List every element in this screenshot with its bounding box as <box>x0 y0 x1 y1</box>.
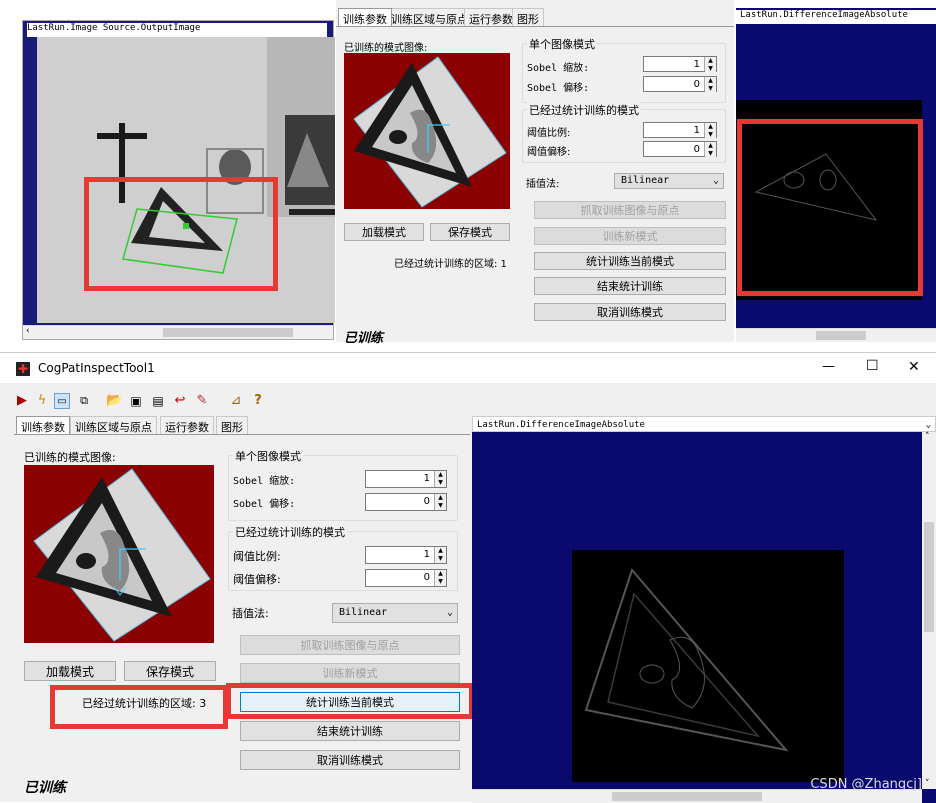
save-icon[interactable]: ▣ <box>128 393 144 409</box>
end-stat-train-button[interactable]: 结束统计训练 <box>534 277 726 295</box>
save-pattern-button[interactable]: 保存模式 <box>430 223 510 241</box>
group-single-image: 单个图像模式 Sobel 缩放: 1 ▲ ▼ Sobel 偏移: 0 ▲ ▼ <box>228 448 458 521</box>
run-icon[interactable]: ▶ <box>14 393 30 409</box>
tab-graphics[interactable]: 图形 <box>216 416 248 434</box>
sobel-scale-label: Sobel 缩放: <box>527 63 590 74</box>
threshold-offset-label: 阈值偏移: <box>233 573 281 586</box>
chevron-down-icon: ⌄ <box>712 175 719 186</box>
app-icon: ✚ <box>16 362 30 376</box>
trained-pattern-image <box>344 53 510 209</box>
grab-train-image-button[interactable]: 抓取训练图像与原点 <box>534 201 726 219</box>
trained-image-label: 已训练的模式图像: <box>344 43 428 54</box>
cancel-train-button[interactable]: 取消训练模式 <box>240 750 460 770</box>
maximize-button[interactable]: ☐ <box>866 358 879 374</box>
end-stat-train-button[interactable]: 结束统计训练 <box>240 721 460 741</box>
train-new-pattern-button[interactable]: 训练新模式 <box>240 663 460 683</box>
load-pattern-button[interactable]: 加载模式 <box>24 661 116 681</box>
tab-run-params[interactable]: 运行参数 <box>160 416 214 434</box>
chevron-down-icon[interactable]: ⌄ <box>926 417 931 433</box>
ruler-icon[interactable]: ⊿ <box>228 393 244 409</box>
threshold-ratio-stepper[interactable]: 1 ▲ ▼ <box>365 546 447 564</box>
interp-label: 插值法: <box>232 607 269 620</box>
group-stat-trained: 已经过统计训练的模式 阈值比例: 1 ▲ ▼ 阈值偏移: 0 ▲ ▼ <box>522 102 726 163</box>
sobel-scale-stepper[interactable]: 1 ▲ ▼ <box>365 470 447 488</box>
highlight-box-stat-train <box>226 683 474 719</box>
threshold-ratio-label: 阈值比例: <box>233 550 281 563</box>
title-bar: ✚ CogPatInspectTool1 — ☐ ✕ <box>0 353 936 383</box>
highlight-box-region-count <box>50 685 228 729</box>
window-title: CogPatInspectTool1 <box>38 361 155 375</box>
threshold-ratio-label: 阈值比例: <box>527 128 571 139</box>
top-tool-panel: 训练参数 训练区域与原点 运行参数 图形 已训练的模式图像: 加载模式 保存模式… <box>336 0 734 346</box>
minimize-button[interactable]: — <box>822 359 835 374</box>
top-diff-view-title: LastRun.DifferenceImageAbsolute <box>736 10 936 24</box>
sobel-offset-label: Sobel 偏移: <box>233 499 296 510</box>
open-folder-icon[interactable]: 📂 <box>106 393 122 409</box>
save-as-icon[interactable]: ▤ <box>150 393 166 409</box>
close-button[interactable]: ✕ <box>908 359 920 375</box>
sobel-offset-stepper[interactable]: 0 ▲ ▼ <box>365 493 447 511</box>
bottom-tab-bar: 训练参数 训练区域与原点 运行参数 图形 <box>14 416 464 434</box>
grab-train-image-button[interactable]: 抓取训练图像与原点 <box>240 635 460 655</box>
threshold-offset-stepper[interactable]: 0 ▲ ▼ <box>643 141 717 158</box>
threshold-offset-stepper[interactable]: 0 ▲ ▼ <box>365 569 447 587</box>
left-view-hscroll[interactable]: ‹ <box>23 325 333 339</box>
top-tab-body: 已训练的模式图像: 加载模式 保存模式 已经过统计训练的区域: 1 单个图像模式… <box>336 26 734 346</box>
image-display-icon[interactable]: ▭ <box>54 393 70 409</box>
group-stat-trained: 已经过统计训练的模式 阈值比例: 1 ▲ ▼ 阈值偏移: 0 ▲ ▼ <box>228 524 458 591</box>
tab-train-region[interactable]: 训练区域与原点 <box>386 8 473 26</box>
bottom-diff-view-title: LastRun.DifferenceImageAbsolute ⌄ <box>472 416 936 432</box>
bottom-difference-view[interactable]: LastRun.DifferenceImageAbsolute ⌄ ˄ ˅ <box>472 416 936 803</box>
chevron-down-icon: ⌄ <box>446 607 453 618</box>
reset-icon[interactable]: ↩ <box>172 393 188 409</box>
sobel-offset-label: Sobel 偏移: <box>527 83 590 94</box>
trained-status: 已训练 <box>24 780 66 796</box>
stat-region-count: 已经过统计训练的区域: 1 <box>394 259 507 270</box>
copy-icon[interactable]: ⧉ <box>76 393 92 409</box>
highlight-box-top-right <box>737 119 923 296</box>
bottom-window: ✚ CogPatInspectTool1 — ☐ ✕ ▶ ϟ ▭ ⧉ 📂 ▣ ▤… <box>0 352 936 803</box>
highlight-box-top-left <box>84 177 278 291</box>
tab-train-params[interactable]: 训练参数 <box>16 416 70 434</box>
stat-train-current-button[interactable]: 统计训练当前模式 <box>534 252 726 270</box>
top-screenshot: LastRun.Image Source.OutputImage ‹ 训练参数 … <box>0 0 936 346</box>
group-single-image: 单个图像模式 Sobel 缩放: 1 ▲ ▼ Sobel 偏移: 0 ▲ ▼ <box>522 36 726 103</box>
tab-train-region[interactable]: 训练区域与原点 <box>70 416 157 434</box>
brush-icon[interactable]: ✎ <box>194 393 210 409</box>
help-icon[interactable]: ? <box>250 393 266 409</box>
interp-label: 插值法: <box>526 179 560 190</box>
bottom-difference-image <box>572 550 844 782</box>
sobel-offset-stepper[interactable]: 0 ▲ ▼ <box>643 76 717 93</box>
tab-run-params[interactable]: 运行参数 <box>464 8 518 26</box>
interp-select[interactable]: Bilinear ⌄ <box>614 173 724 189</box>
train-new-pattern-button[interactable]: 训练新模式 <box>534 227 726 245</box>
bottom-tab-body: 已训练的模式图像: 加载模式 保存模式 已经过统计训练的区域: 3 单个图像模式… <box>14 434 470 803</box>
interp-select[interactable]: Bilinear ⌄ <box>332 603 458 623</box>
sobel-scale-label: Sobel 缩放: <box>233 476 296 487</box>
tab-graphics[interactable]: 图形 <box>512 8 544 26</box>
watermark: CSDN @Zhangcj] <box>810 777 922 792</box>
bottom-diff-vscroll[interactable]: ˄ ˅ <box>922 432 936 789</box>
threshold-offset-label: 阈值偏移: <box>527 147 571 158</box>
load-pattern-button[interactable]: 加载模式 <box>344 223 424 241</box>
trained-status: 已训练 <box>344 331 384 346</box>
tab-train-params[interactable]: 训练参数 <box>338 8 392 26</box>
save-pattern-button[interactable]: 保存模式 <box>124 661 216 681</box>
lightning-icon[interactable]: ϟ <box>34 393 50 409</box>
cancel-train-button[interactable]: 取消训练模式 <box>534 303 726 321</box>
threshold-ratio-stepper[interactable]: 1 ▲ ▼ <box>643 122 717 139</box>
trained-pattern-image <box>24 465 214 643</box>
top-diff-hscroll[interactable] <box>736 328 936 342</box>
left-view-title: LastRun.Image Source.OutputImage <box>27 23 327 37</box>
sobel-scale-stepper[interactable]: 1 ▲ ▼ <box>643 56 717 73</box>
toolbar: ▶ ϟ ▭ ⧉ 📂 ▣ ▤ ↩ ✎ ⊿ ? <box>0 389 936 413</box>
top-tab-bar: 训练参数 训练区域与原点 运行参数 图形 <box>336 8 734 26</box>
trained-image-label: 已训练的模式图像: <box>24 451 116 464</box>
